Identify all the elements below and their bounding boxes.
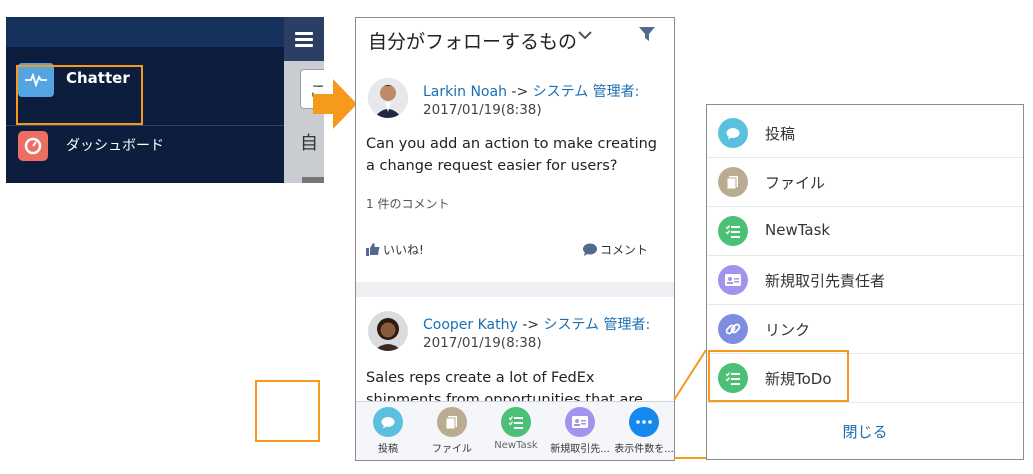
target-name[interactable]: システム 管理者: — [543, 317, 650, 333]
menu-item-label: 投稿 — [765, 125, 796, 143]
filter-icon[interactable] — [638, 25, 656, 43]
close-button[interactable]: 閉じる — [707, 405, 1023, 459]
action-toolbar: 投稿 ファイル NewTask 新規取引先... 表示件数を... — [356, 401, 674, 460]
chevron-down-icon[interactable] — [577, 28, 593, 42]
post-author-line[interactable]: Cooper Kathy -> システム 管理者: — [423, 314, 650, 334]
author-name[interactable]: Larkin Noah — [423, 84, 507, 100]
post-date: 2017/01/19(8:38) — [423, 102, 542, 118]
avatar[interactable] — [368, 311, 408, 351]
callout-lines — [673, 350, 707, 459]
arrow-text: -> — [506, 84, 533, 100]
like-label: いいね! — [383, 243, 424, 257]
toolbar-newtask-button[interactable]: NewTask — [484, 402, 548, 460]
menu-item-label: NewTask — [765, 221, 831, 239]
task-icon — [501, 407, 531, 437]
comment-label: コメント — [600, 243, 649, 257]
toolbar-contact-button[interactable]: 新規取引先... — [548, 402, 612, 460]
contact-icon — [565, 407, 595, 437]
toolbar-label: 投稿 — [378, 444, 398, 455]
menu-item-label: リンク — [765, 321, 811, 339]
file-icon — [718, 167, 748, 197]
post-icon — [373, 407, 403, 437]
toolbar-label: ファイル — [432, 444, 472, 455]
sidebar-item-label: ダッシュボード — [66, 138, 164, 154]
toolbar-label: 表示件数を... — [614, 444, 674, 455]
chatter-feed: 自分がフォローするもの Larkin Noah -> システム 管理者: 201… — [355, 17, 675, 461]
author-name[interactable]: Cooper Kathy — [423, 317, 518, 333]
menu-item-new-contact[interactable]: 新規取引先責任者 — [707, 256, 1023, 305]
post-body: Can you add an action to make creating a… — [366, 136, 658, 174]
menu-item-newtask[interactable]: NewTask — [707, 207, 1023, 256]
target-name[interactable]: システム 管理者: — [533, 84, 640, 100]
toolbar-label: NewTask — [494, 440, 538, 451]
menu-button[interactable] — [284, 17, 324, 61]
nav-header-bar — [6, 17, 284, 47]
like-button[interactable]: いいね! — [366, 241, 424, 258]
menu-item-label: 新規取引先責任者 — [765, 272, 886, 290]
toolbar-label: 新規取引先... — [550, 444, 610, 455]
menu-item-post[interactable]: 投稿 — [707, 109, 1023, 158]
highlight-box — [16, 65, 143, 125]
feed-header: 自分がフォローするもの — [356, 18, 674, 64]
comment-button[interactable]: コメント — [583, 241, 648, 258]
toolbar-post-button[interactable]: 投稿 — [356, 402, 420, 460]
highlight-box — [708, 350, 849, 402]
post-author-line[interactable]: Larkin Noah -> システム 管理者: — [423, 81, 639, 101]
post-date: 2017/01/19(8:38) — [423, 335, 542, 351]
link-icon — [718, 314, 748, 344]
close-label: 閉じる — [842, 423, 888, 441]
menu-item-file[interactable]: ファイル — [707, 158, 1023, 207]
dashboard-icon — [18, 131, 48, 161]
menu-item-label: ファイル — [765, 174, 826, 192]
menu-item-link[interactable]: リンク — [707, 305, 1023, 354]
app-nav-panel: こ 自 Chatter ダッシュボード — [6, 17, 324, 183]
arrow-right-icon — [313, 79, 357, 129]
thumbs-up-icon — [366, 243, 380, 256]
feed-filter-title[interactable]: 自分がフォローするもの — [368, 27, 577, 54]
avatar[interactable] — [368, 78, 408, 118]
comment-icon — [583, 243, 597, 256]
post-icon — [718, 118, 748, 148]
action-menu: 投稿 ファイル NewTask 新規取引先責任者 リンク 新規ToDo 閉じる — [706, 104, 1024, 460]
more-icon — [629, 407, 659, 437]
background-title: 自 — [300, 133, 318, 154]
toolbar-file-button[interactable]: ファイル — [420, 402, 484, 460]
task-icon — [718, 216, 748, 246]
comment-count[interactable]: 1 件のコメント — [366, 195, 449, 212]
post-divider — [356, 282, 674, 297]
highlight-box — [255, 380, 320, 442]
background-row — [302, 177, 324, 183]
arrow-text: -> — [517, 317, 544, 333]
toolbar-more-button[interactable]: 表示件数を... — [612, 402, 674, 460]
hamburger-icon — [295, 29, 313, 50]
file-icon — [437, 407, 467, 437]
contact-icon — [718, 265, 748, 295]
